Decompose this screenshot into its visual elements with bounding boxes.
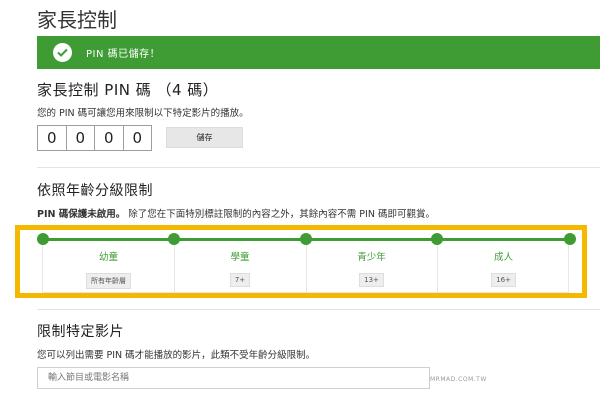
- pin-digit-4[interactable]: 0: [122, 125, 152, 151]
- slider-node[interactable]: [300, 233, 312, 245]
- age-section-title: 依照年齡分級限制: [37, 183, 153, 199]
- pin-input-group: 0 0 0 0: [37, 125, 152, 151]
- age-level-label: 幼童: [98, 252, 118, 263]
- title-search-input[interactable]: [37, 367, 430, 389]
- age-level-badge: 13+: [359, 273, 384, 287]
- slider-node[interactable]: [431, 233, 443, 245]
- slider-node[interactable]: [37, 233, 49, 245]
- age-level-label: 青少年: [357, 252, 386, 263]
- age-level-label: 成人: [493, 252, 513, 263]
- age-level-badge: 16+: [491, 273, 516, 287]
- age-rating-highlight: 幼童 所有年齡層 學童 7+ 青少年 13+ 成人 16+: [15, 225, 587, 298]
- pin-digit-3[interactable]: 0: [94, 125, 124, 151]
- restrict-section-title: 限制特定影片: [37, 324, 124, 340]
- age-level-badge: 所有年齡層: [86, 273, 131, 289]
- save-button[interactable]: 儲存: [166, 127, 243, 148]
- age-section-status: PIN 碼保護未啟用。 除了您在下面特別標註限制的內容之外，其餘內容不需 PIN…: [37, 206, 435, 220]
- pin-digit-1[interactable]: 0: [37, 125, 67, 151]
- success-banner: PIN 碼已儲存！: [37, 36, 600, 69]
- pin-protection-status: PIN 碼保護未啟用。: [37, 209, 126, 220]
- page-title: 家長控制: [37, 8, 117, 32]
- pin-digit-2[interactable]: 0: [65, 125, 95, 151]
- divider: [37, 309, 600, 310]
- age-level-badge: 7+: [229, 273, 251, 287]
- pin-section-description: 您的 PIN 碼可讓您用來限制以下特定影片的播放。: [37, 108, 249, 119]
- banner-message: PIN 碼已儲存！: [86, 49, 161, 60]
- age-level-adult[interactable]: 成人 16+: [437, 239, 570, 294]
- slider-handle[interactable]: [564, 233, 576, 245]
- check-icon: [53, 43, 72, 62]
- age-rating-slider[interactable]: 幼童 所有年齡層 學童 7+ 青少年 13+ 成人 16+: [37, 233, 576, 294]
- age-level-teen[interactable]: 青少年 13+: [306, 239, 437, 294]
- pin-section-title: 家長控制 PIN 碼 （4 碼）: [37, 81, 219, 99]
- watermark: MRMAD.COM.TW: [430, 376, 487, 383]
- slider-node[interactable]: [168, 233, 180, 245]
- restrict-section-description: 您可以列出需要 PIN 碼才能播放的影片，此類不受年齡分級限制。: [37, 350, 316, 361]
- age-level-label: 學童: [230, 252, 250, 263]
- divider: [37, 167, 600, 168]
- age-level-school[interactable]: 學童 7+: [174, 239, 306, 294]
- age-level-kids[interactable]: 幼童 所有年齡層: [43, 239, 174, 294]
- pin-protection-note: 除了您在下面特別標註限制的內容之外，其餘內容不需 PIN 碼即可觀賞。: [125, 209, 435, 220]
